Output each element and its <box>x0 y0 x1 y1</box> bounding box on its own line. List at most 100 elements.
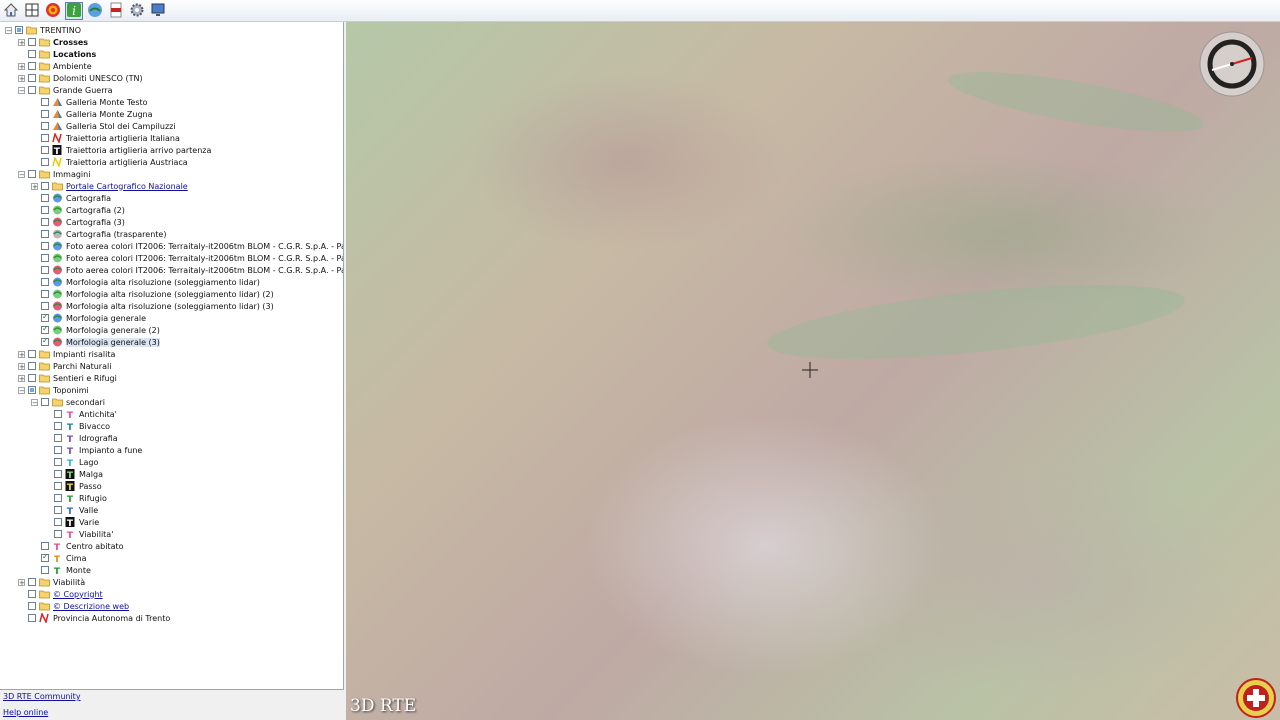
tree-item-label[interactable]: Rifugio <box>79 494 107 503</box>
tree-item-label[interactable]: Cartografia (trasparente) <box>66 230 166 239</box>
tree-item[interactable]: Galleria Monte Zugna <box>31 108 153 120</box>
target-button[interactable] <box>44 2 62 20</box>
tree-item-label[interactable]: Sentieri e Rifugi <box>53 374 117 383</box>
tree-item[interactable]: T Idrografia <box>44 432 118 444</box>
tree-item-label[interactable]: Galleria Monte Testo <box>66 98 148 107</box>
3d-map-view[interactable]: 3D RTE <box>346 22 1280 720</box>
tree-item-label[interactable]: Cima <box>66 554 87 563</box>
tree-item[interactable]: Foto aerea colori IT2006: Terraitaly-it2… <box>31 264 343 276</box>
layer-checkbox[interactable] <box>54 422 62 430</box>
layer-checkbox[interactable] <box>41 158 49 166</box>
tree-item-label[interactable]: Crosses <box>53 38 88 47</box>
tree-item[interactable]: + Dolomiti UNESCO (TN) <box>18 72 143 84</box>
layer-checkbox[interactable] <box>41 324 49 334</box>
layer-checkbox[interactable] <box>54 494 62 502</box>
tree-item-label[interactable]: Dolomiti UNESCO (TN) <box>53 74 143 83</box>
tree-expander[interactable]: − <box>18 170 25 178</box>
tree-expander[interactable]: − <box>18 86 25 94</box>
tree-item[interactable]: © Descrizione web <box>18 600 129 612</box>
layer-checkbox[interactable] <box>41 278 49 286</box>
layer-checkbox[interactable] <box>28 614 36 622</box>
tree-item-label[interactable]: Traiettoria artiglieria Italiana <box>66 134 180 143</box>
tree-item[interactable]: Traiettoria artiglieria Italiana <box>31 132 180 144</box>
tree-item[interactable]: Cartografia <box>31 192 111 204</box>
tree-expander[interactable]: − <box>5 26 12 34</box>
layer-checkbox[interactable] <box>41 98 49 106</box>
layer-checkbox[interactable] <box>41 266 49 274</box>
tree-item-label[interactable]: Cartografia (2) <box>66 206 125 215</box>
layer-checkbox[interactable] <box>15 26 23 34</box>
tree-item[interactable]: T Viabilita' <box>44 528 113 540</box>
tree-item-label[interactable]: Immagini <box>53 170 90 179</box>
tree-item[interactable]: T Lago <box>44 456 98 468</box>
layer-checkbox[interactable] <box>28 602 36 610</box>
tree-item[interactable]: T Rifugio <box>44 492 107 504</box>
layer-checkbox[interactable] <box>41 336 49 346</box>
pdf-button[interactable] <box>107 2 125 20</box>
compass-icon[interactable] <box>1198 30 1266 98</box>
tree-item[interactable]: T Monte <box>31 564 91 576</box>
tree-item-label[interactable]: Bivacco <box>79 422 110 431</box>
tree-item[interactable]: Foto aerea colori IT2006: Terraitaly-it2… <box>31 240 343 252</box>
layer-checkbox[interactable] <box>41 134 49 142</box>
tree-item-label[interactable]: Morfologia alta risoluzione (soleggiamen… <box>66 290 274 299</box>
help-online-link[interactable]: Help online <box>3 708 48 717</box>
tree-expander[interactable]: − <box>18 386 25 394</box>
gear-button[interactable] <box>128 2 146 20</box>
tree-item[interactable]: T Impianto a fune <box>44 444 142 456</box>
tree-item-label[interactable]: Ambiente <box>53 62 92 71</box>
tree-item[interactable]: Galleria Monte Testo <box>31 96 148 108</box>
tree-item[interactable]: + Crosses <box>18 36 88 48</box>
tree-item-label[interactable]: Morfologia generale <box>66 314 146 323</box>
tree-expander[interactable]: + <box>18 362 25 370</box>
layer-checkbox[interactable] <box>54 530 62 538</box>
layer-checkbox[interactable] <box>54 506 62 514</box>
layer-checkbox[interactable] <box>41 242 49 250</box>
layer-checkbox[interactable] <box>41 254 49 262</box>
tree-item[interactable]: − Immagini <box>18 168 90 180</box>
layer-checkbox[interactable] <box>28 74 36 82</box>
tree-item-label[interactable]: Foto aerea colori IT2006: Terraitaly-it2… <box>66 242 343 251</box>
tree-item[interactable]: Morfologia generale (2) <box>31 324 160 336</box>
tree-expander[interactable]: + <box>18 74 25 82</box>
tree-expander[interactable]: + <box>18 38 25 46</box>
monitor-button[interactable] <box>149 2 167 20</box>
layer-checkbox[interactable] <box>41 122 49 130</box>
tree-item-label[interactable]: Varie <box>79 518 99 527</box>
layer-checkbox[interactable] <box>28 350 36 358</box>
home-button[interactable] <box>2 2 20 20</box>
tree-expander[interactable]: + <box>18 62 25 70</box>
layers-button[interactable] <box>86 2 104 20</box>
layer-checkbox[interactable] <box>28 362 36 370</box>
layer-checkbox[interactable] <box>41 552 49 562</box>
layer-checkbox[interactable] <box>41 194 49 202</box>
tree-item[interactable]: © Copyright <box>18 588 103 600</box>
tree-item[interactable]: − TRENTINO <box>5 24 81 36</box>
tree-item[interactable]: Morfologia alta risoluzione (soleggiamen… <box>31 276 260 288</box>
tree-item[interactable]: Galleria Stol dei Campiluzzi <box>31 120 176 132</box>
layer-checkbox[interactable] <box>54 470 62 478</box>
tree-item[interactable]: Locations <box>18 48 96 60</box>
tree-item-label[interactable]: Traiettoria artiglieria arrivo partenza <box>66 146 211 155</box>
tree-item-label[interactable]: Passo <box>79 482 102 491</box>
tree-item[interactable]: + Impianti risalita <box>18 348 115 360</box>
tree-item[interactable]: Morfologia generale <box>31 312 146 324</box>
tree-item-label[interactable]: Viabilita' <box>79 530 113 539</box>
layer-checkbox[interactable] <box>28 86 36 94</box>
tree-item[interactable]: T Antichita' <box>44 408 117 420</box>
layer-checkbox[interactable] <box>41 566 49 574</box>
tree-item[interactable]: + Ambiente <box>18 60 92 72</box>
tree-item-label[interactable]: Cartografia (3) <box>66 218 125 227</box>
tree-item[interactable]: Traiettoria artiglieria Austriaca <box>31 156 188 168</box>
tree-item[interactable]: + Viabilità <box>18 576 85 588</box>
tree-item[interactable]: T Varie <box>44 516 99 528</box>
layer-checkbox[interactable] <box>28 62 36 70</box>
tree-item-label[interactable]: Morfologia alta risoluzione (soleggiamen… <box>66 302 274 311</box>
tree-item-label[interactable]: Viabilità <box>53 578 85 587</box>
tree-item[interactable]: Provincia Autonoma di Trento <box>18 612 170 624</box>
layer-checkbox[interactable] <box>41 182 49 190</box>
tree-expander[interactable]: + <box>18 374 25 382</box>
layer-checkbox[interactable] <box>28 38 36 46</box>
tree-item-label[interactable]: Foto aerea colori IT2006: Terraitaly-it2… <box>66 266 343 275</box>
layer-checkbox[interactable] <box>54 482 62 490</box>
